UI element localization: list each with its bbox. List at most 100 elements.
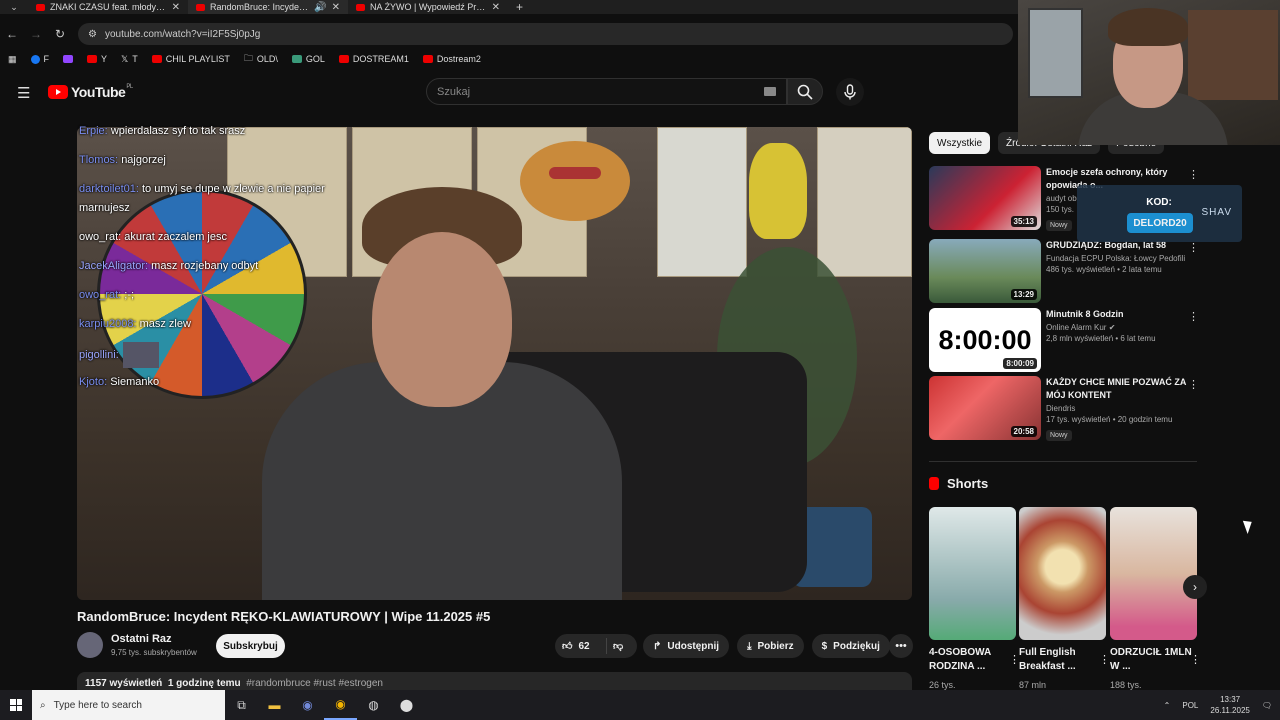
browser-tab[interactable]: NA ŻYWO | Wypowiedź Premie ✕ (348, 0, 508, 14)
close-tab-icon[interactable]: ✕ (492, 2, 500, 13)
recommended-video[interactable]: 8:00:00 8:00:09 Minutnik 8 Godzin Online … (929, 308, 1199, 374)
chat-message: owo_rat: akurat zaczalem jesc (79, 231, 227, 243)
chrome-icon[interactable]: ◉ (324, 690, 357, 720)
channel-info: Ostatni Raz 9,75 tys. subskrybentów (77, 632, 197, 658)
tab-search-icon[interactable]: ⌄ (0, 2, 28, 13)
chat-message: marnujesz (79, 202, 130, 214)
video-thumbnail[interactable]: 35:13 (929, 166, 1041, 230)
recommended-meta: 17 tys. wyświetleń • 20 godzin temu (1046, 415, 1173, 424)
video-player[interactable] (77, 127, 912, 600)
short-thumbnail[interactable] (1019, 507, 1106, 640)
youtube-logo[interactable]: YouTube PL (48, 84, 133, 100)
new-badge: Nowy (1046, 430, 1072, 441)
webcam-window (1028, 8, 1083, 98)
bookmark-gol[interactable]: GOL (291, 54, 325, 64)
discord-icon[interactable]: ◉ (291, 690, 324, 720)
more-vertical-icon[interactable]: ⋮ (1188, 310, 1199, 323)
site-info-icon[interactable]: ⚙ (88, 29, 97, 40)
short-item[interactable]: 4-OSOBOWA RODZINA ... 26 tys. ⋮ (929, 507, 1020, 690)
bookmark-youtube[interactable]: Y (87, 54, 107, 64)
short-title[interactable]: ODRZUCIŁ 1MLN W ... (1110, 646, 1197, 674)
recommended-channel[interactable]: Online Alarm Kur ✔ (1046, 323, 1186, 332)
search-input[interactable]: Szukaj (426, 78, 787, 105)
more-vertical-icon[interactable]: ⋮ (1188, 241, 1199, 254)
share-button[interactable]: ↱ Udostępnij (643, 634, 730, 658)
chat-message: owo_rat: ;-; (79, 289, 135, 301)
tab-title: ZNAKI CZASU feat. młody bębe (50, 2, 167, 12)
tray-expand-icon[interactable]: ⌃ (1164, 701, 1171, 710)
bookmark-chil-playlist[interactable]: CHIL PLAYLIST (151, 54, 230, 64)
subscribe-button[interactable]: Subskrybuj (216, 634, 285, 658)
taskbar-search[interactable]: ⌕ Type here to search (32, 690, 225, 720)
short-item[interactable]: Full English Breakfast ... 87 mln ⋮ (1019, 507, 1110, 690)
search-button[interactable] (787, 78, 823, 105)
bookmark-x[interactable]: 𝕏T (121, 54, 138, 65)
short-title[interactable]: Full English Breakfast ... (1019, 646, 1106, 674)
youtube-favicon-icon (196, 3, 205, 11)
url-field[interactable]: ⚙ youtube.com/watch?v=iI2F5Sj0pJg (78, 23, 1013, 45)
clock[interactable]: 13:37 26.11.2025 (1210, 694, 1249, 716)
verified-icon: ✔ (1108, 323, 1116, 332)
voice-search-button[interactable] (836, 78, 864, 106)
recommended-channel[interactable]: Fundacja ECPU Polska: Łowcy Pedofili (1046, 254, 1186, 263)
youtube-icon (338, 55, 349, 63)
short-item[interactable]: ODRZUCIŁ 1MLN W ... 188 tys. ⋮ (1110, 507, 1201, 690)
more-vertical-icon[interactable]: ⋮ (1188, 378, 1199, 391)
start-button[interactable] (0, 699, 32, 711)
yellow-figure (749, 143, 807, 239)
download-button[interactable]: ⤓ Pobierz (737, 634, 804, 658)
language-indicator[interactable]: POL (1182, 701, 1198, 710)
dislike-button[interactable]: 👎︎ (607, 640, 623, 652)
recommended-channel[interactable]: Diendris (1046, 404, 1186, 413)
forward-icon[interactable]: → (24, 27, 48, 41)
bookmark-facebook[interactable]: F (30, 54, 49, 64)
bookmark-folder-old[interactable]: 🗀 OLD\ (244, 51, 278, 67)
bookmark-dostream2[interactable]: Dostream2 (422, 54, 481, 64)
more-vertical-icon[interactable]: ⋮ (1188, 168, 1199, 181)
recommended-title[interactable]: KAŻDY CHCE MNIE POZWAĆ ZA MÓJ KONTENT (1046, 376, 1186, 402)
apps-icon[interactable]: ▦ (8, 54, 17, 65)
browser-tab-active[interactable]: RandomBruce: Incydent RĘ 🔊 ✕ (188, 0, 348, 14)
browser-tab[interactable]: ZNAKI CZASU feat. młody bębe ✕ (28, 0, 188, 14)
chip-all[interactable]: Wszystkie (929, 132, 990, 154)
channel-name[interactable]: Ostatni Raz (111, 633, 197, 645)
video-thumbnail[interactable]: 20:58 (929, 376, 1041, 440)
more-vertical-icon[interactable]: ⋮ (1190, 653, 1201, 666)
recommended-video[interactable]: 20:58 KAŻDY CHCE MNIE POZWAĆ ZA MÓJ KONT… (929, 376, 1199, 442)
speaker-icon[interactable]: 🔊 (314, 2, 326, 13)
promo-code-overlay: KOD: DELORD20 SHAV (1077, 185, 1242, 242)
close-tab-icon[interactable]: ✕ (332, 2, 340, 13)
youtube-icon (422, 55, 433, 63)
keyboard-icon[interactable] (764, 87, 776, 96)
file-explorer-icon[interactable]: ▬ (258, 690, 291, 720)
bookmark-dostream1[interactable]: DOSTREAM1 (338, 54, 409, 64)
notifications-icon[interactable]: 🗨 (1262, 701, 1272, 710)
youtube-icon (151, 55, 162, 63)
recommended-video[interactable]: 13:29 GRUDZIĄDZ: Bogdan, lat 58 Fundacja… (929, 239, 1199, 305)
video-thumbnail[interactable]: 8:00:00 8:00:09 (929, 308, 1041, 372)
more-actions-button[interactable]: ••• (889, 634, 913, 658)
thanks-button[interactable]: $ Podziękuj (811, 634, 890, 658)
channel-avatar[interactable] (77, 632, 103, 658)
short-title[interactable]: 4-OSOBOWA RODZINA ... (929, 646, 1016, 674)
more-vertical-icon[interactable]: ⋮ (1099, 653, 1110, 666)
new-tab-button[interactable]: + (508, 0, 531, 14)
location-app-icon[interactable]: ⬤ (390, 690, 423, 720)
like-button[interactable]: 👍︎ 62 (555, 638, 607, 654)
windows-logo-icon (10, 699, 22, 711)
bookmark-twitch[interactable] (63, 55, 74, 63)
close-tab-icon[interactable]: ✕ (172, 2, 180, 13)
mouse-cursor-icon (1242, 518, 1256, 534)
tab-title: NA ŻYWO | Wypowiedź Premie (370, 2, 487, 12)
menu-icon[interactable]: ☰ (17, 84, 30, 102)
shorts-next-button[interactable]: › (1183, 575, 1207, 599)
video-thumbnail[interactable]: 13:29 (929, 239, 1041, 303)
short-thumbnail[interactable] (929, 507, 1016, 640)
recommended-title[interactable]: Minutnik 8 Godzin (1046, 308, 1186, 321)
task-view-icon[interactable]: ⧉ (225, 690, 258, 720)
reload-icon[interactable]: ↻ (48, 27, 72, 41)
chat-message: JacekAligator: masz rozjebany odbyt (79, 260, 259, 272)
back-icon[interactable]: ← (0, 27, 24, 41)
obs-icon[interactable]: ◍ (357, 690, 390, 720)
short-thumbnail[interactable] (1110, 507, 1197, 640)
